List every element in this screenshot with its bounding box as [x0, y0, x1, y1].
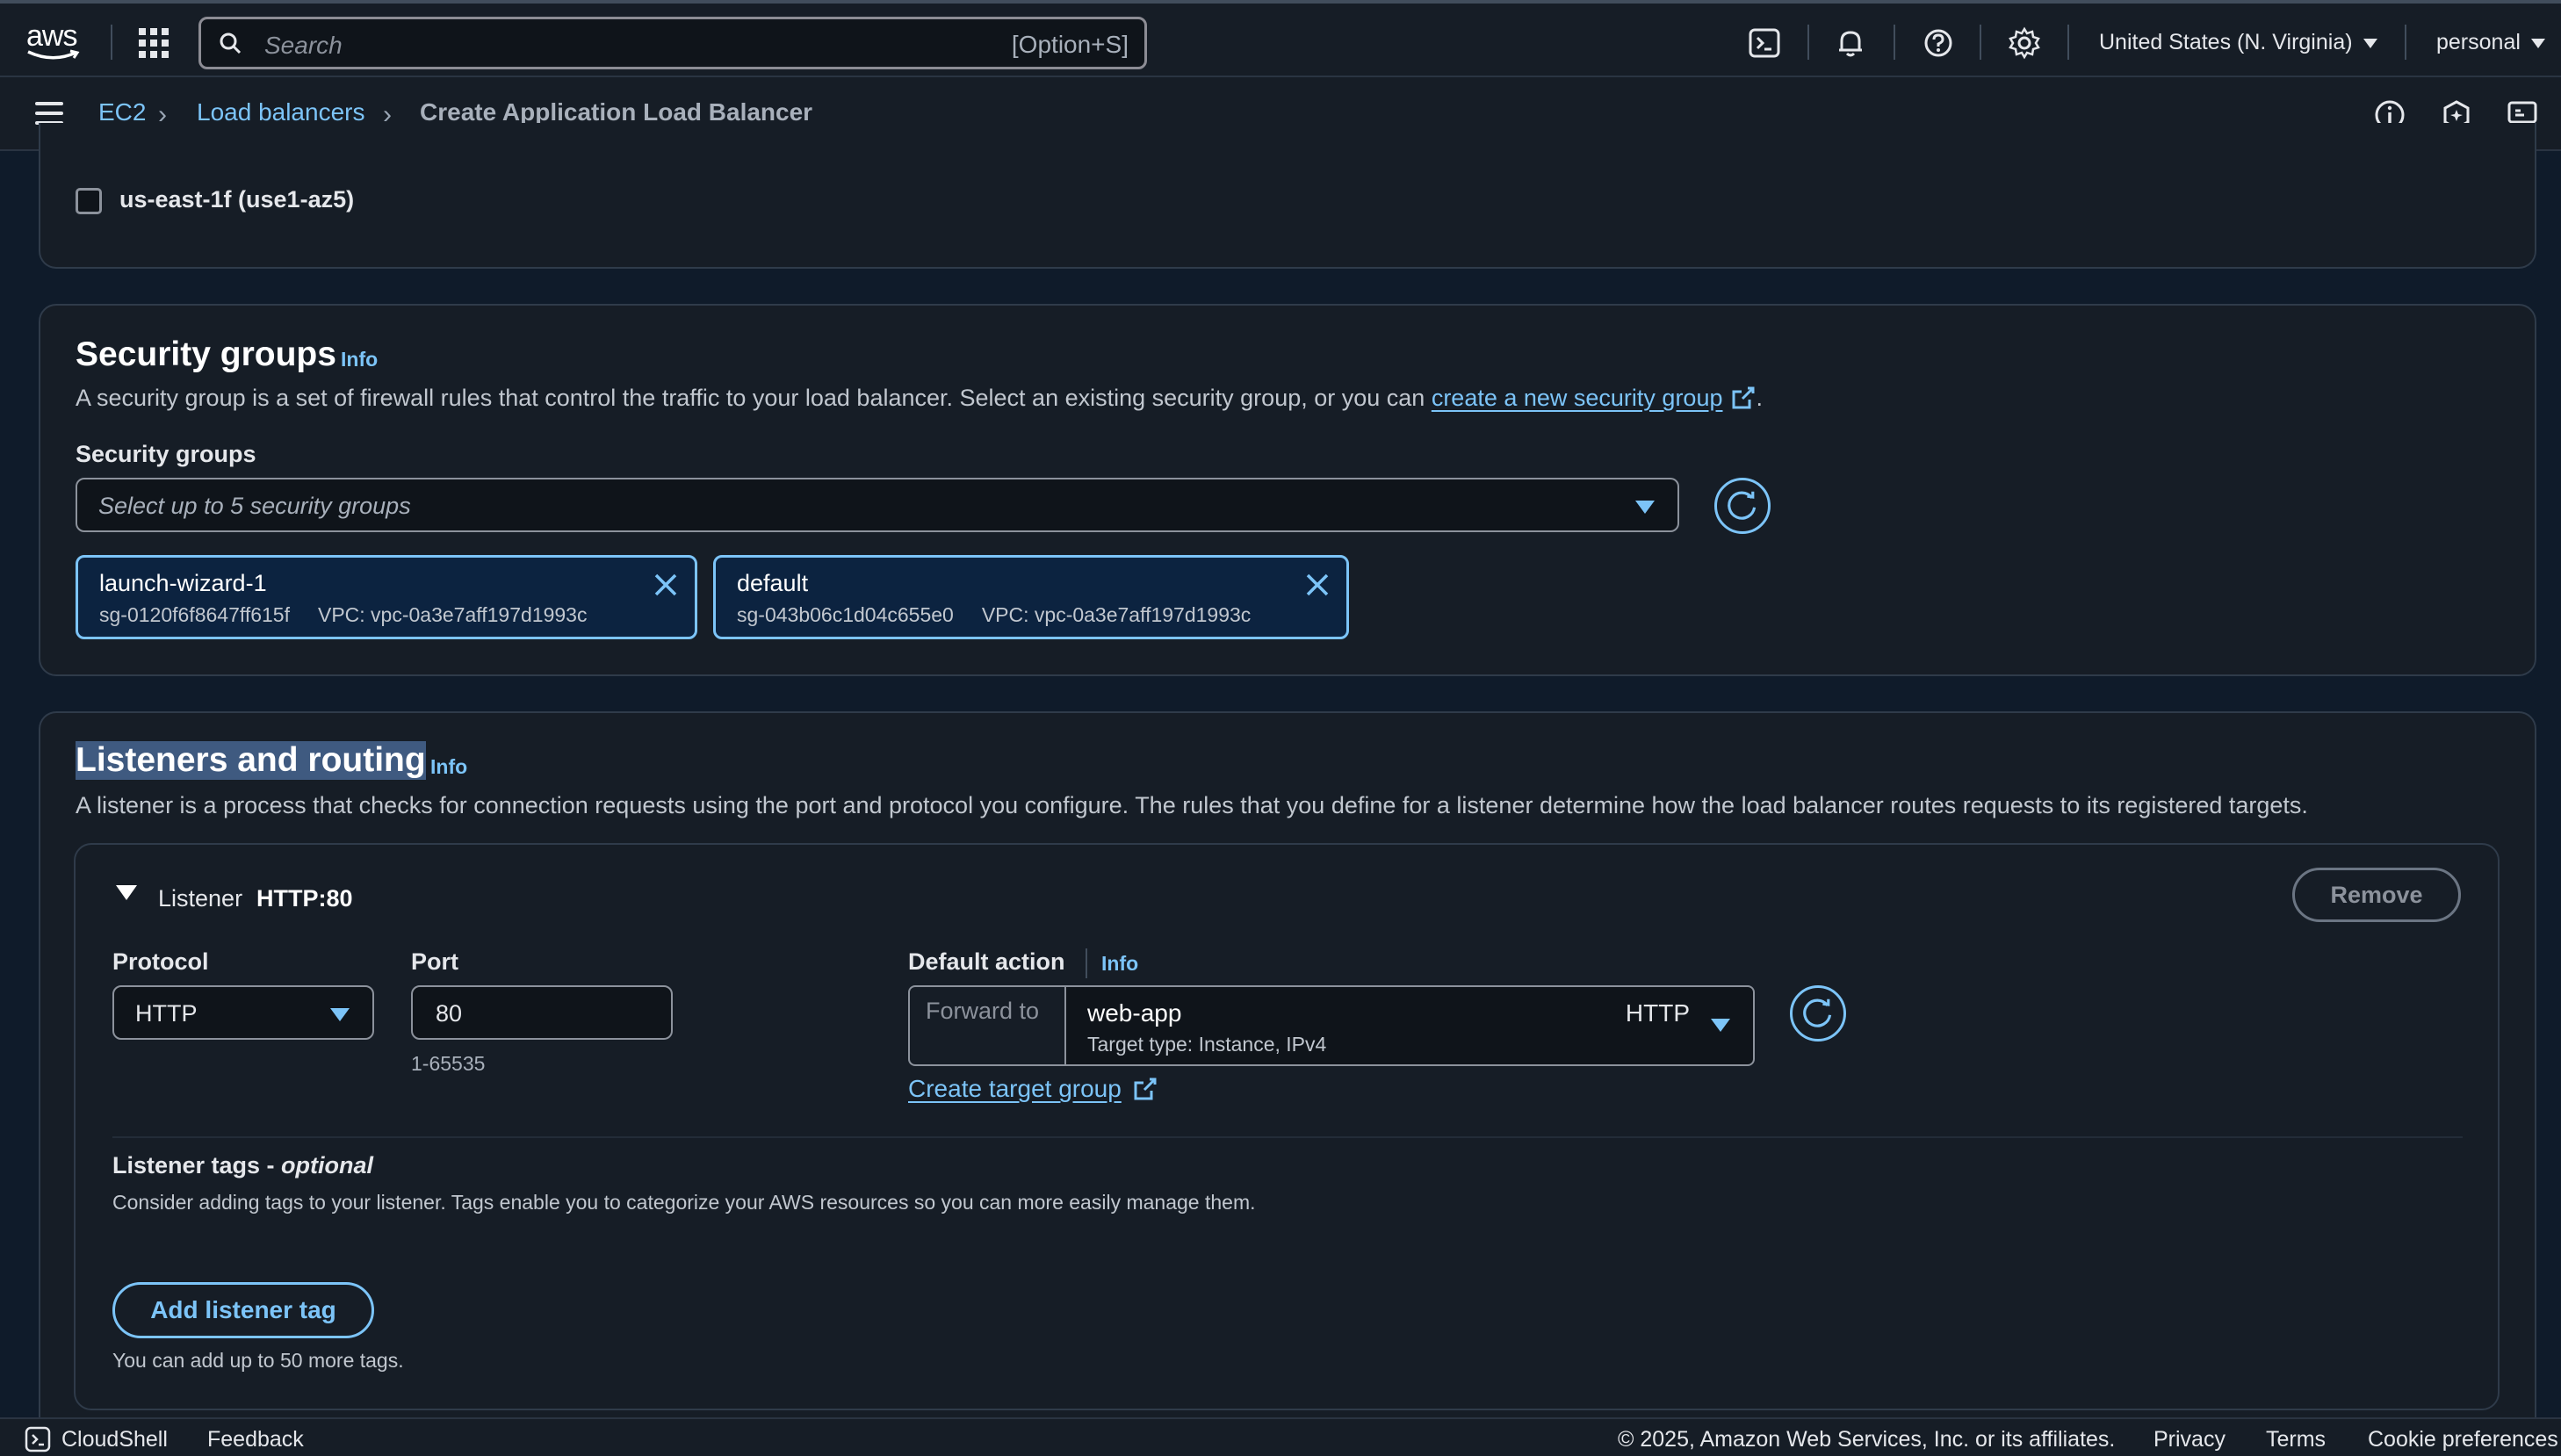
divider: [2067, 25, 2069, 60]
menu-hamburger-icon[interactable]: [35, 102, 63, 125]
search-placeholder: Search: [264, 32, 343, 59]
divider: [111, 25, 112, 60]
section-divider: [112, 1136, 2463, 1138]
search-icon: [220, 32, 242, 54]
token-vpc: VPC: vpc-0a3e7aff197d1993c: [317, 603, 588, 626]
settings-gear-icon[interactable]: [2008, 26, 2041, 60]
port-input[interactable]: 80: [411, 985, 673, 1040]
divider: [1086, 948, 1087, 978]
divider: [1807, 25, 1809, 60]
forward-to-text: Forward to: [926, 998, 1040, 1024]
az-checkbox[interactable]: [76, 188, 102, 214]
security-groups-field-label: Security groups: [76, 441, 256, 467]
listener-tags-label: Listener tags - optional: [112, 1152, 373, 1179]
notifications-bell-icon[interactable]: [1834, 26, 1867, 60]
footer-copyright: © 2025, Amazon Web Services, Inc. or its…: [1618, 1427, 2116, 1452]
dropdown-caret-icon: [1711, 1019, 1730, 1032]
token-name: default: [737, 570, 809, 596]
external-link-icon: [1732, 386, 1754, 409]
protocol-label: Protocol: [112, 948, 209, 975]
security-groups-placeholder: Select up to 5 security groups: [98, 493, 411, 519]
cloudshell-icon[interactable]: [25, 1426, 51, 1452]
target-group-type: Target type: Instance, IPv4: [1087, 1033, 1327, 1056]
security-group-token: default sg-043b06c1d04c655e0 VPC: vpc-0a3…: [713, 555, 1349, 639]
token-vpc: VPC: vpc-0a3e7aff197d1993c: [981, 603, 1252, 626]
security-groups-heading: Security groups: [76, 335, 336, 373]
account-menu[interactable]: personal: [2436, 30, 2545, 55]
token-details: sg-043b06c1d04c655e0 VPC: vpc-0a3e7aff197…: [737, 603, 1251, 627]
divider: [1980, 25, 1981, 60]
forward-to-label-box: Forward to: [908, 985, 1064, 1066]
remove-listener-button[interactable]: Remove: [2292, 868, 2461, 922]
tags-optional-text: optional: [281, 1152, 374, 1178]
tags-limit-hint: You can add up to 50 more tags.: [112, 1349, 404, 1372]
divider: [1894, 25, 1895, 60]
security-groups-info-link[interactable]: Info: [341, 348, 378, 371]
footer-privacy[interactable]: Privacy: [2153, 1427, 2226, 1452]
listener-tags-description: Consider adding tags to your listener. T…: [112, 1191, 1256, 1214]
region-selector[interactable]: United States (N. Virginia): [2099, 30, 2377, 55]
target-group-protocol: HTTP: [1625, 999, 1690, 1027]
create-security-group-link[interactable]: create a new security group: [1432, 385, 1723, 411]
default-action-label: Default action: [908, 948, 1065, 975]
listener-container: Remove: [74, 843, 2500, 1410]
account-label: personal: [2436, 30, 2521, 54]
token-details: sg-0120f6f8647ff615f VPC: vpc-0a3e7aff197…: [99, 603, 587, 627]
refresh-security-groups-icon[interactable]: [1714, 478, 1771, 534]
footer-cloudshell[interactable]: CloudShell: [61, 1427, 168, 1452]
footer-cookie-preferences[interactable]: Cookie preferences: [2368, 1427, 2558, 1452]
services-grid-icon[interactable]: [139, 28, 169, 58]
port-value: 80: [436, 1000, 463, 1027]
search-shortcut: [Option+S]: [1011, 31, 1129, 58]
tags-label-text: Listener tags -: [112, 1152, 282, 1178]
close-icon[interactable]: [1304, 572, 1331, 598]
dropdown-caret-icon: [330, 1008, 350, 1021]
security-group-token: launch-wizard-1 sg-0120f6f8647ff615f VPC:…: [76, 555, 697, 639]
default-action-info-link[interactable]: Info: [1101, 952, 1138, 976]
port-label: Port: [411, 948, 458, 975]
protocol-select[interactable]: HTTP: [112, 985, 374, 1040]
external-link-icon: [1134, 1078, 1157, 1100]
region-label: United States (N. Virginia): [2099, 30, 2353, 54]
description-text: A security group is a set of firewall ru…: [76, 385, 1432, 411]
token-id: sg-043b06c1d04c655e0: [737, 603, 954, 626]
listener-name: HTTP:80: [256, 885, 353, 912]
footer-terms[interactable]: Terms: [2266, 1427, 2326, 1452]
footer: CloudShell Feedback © 2025, Amazon Web S…: [0, 1417, 2561, 1456]
target-group-select[interactable]: web-app Target type: Instance, IPv4 HTTP: [1064, 985, 1755, 1066]
collapse-triangle-icon[interactable]: [116, 885, 137, 900]
caret-down-icon: [2363, 38, 2377, 48]
top-navigation-bar: aws Search [Option+S] United States (N. …: [0, 0, 2561, 77]
footer-feedback[interactable]: Feedback: [207, 1427, 304, 1452]
help-icon[interactable]: [1922, 26, 1955, 60]
cloudshell-icon[interactable]: [1748, 26, 1781, 60]
port-hint: 1-65535: [411, 1052, 486, 1075]
protocol-value: HTTP: [135, 1000, 198, 1027]
security-groups-select[interactable]: Select up to 5 security groups: [76, 478, 1679, 532]
token-id: sg-0120f6f8647ff615f: [99, 603, 290, 626]
listeners-heading: Listeners and routing: [76, 741, 426, 780]
listeners-description: A listener is a process that checks for …: [76, 792, 2308, 818]
token-name: launch-wizard-1: [99, 570, 267, 596]
aws-smile-icon: [27, 49, 80, 60]
security-groups-description: A security group is a set of firewall ru…: [76, 385, 1763, 412]
divider: [2405, 25, 2406, 60]
availability-zones-panel: us-east-1f (use1-az5): [39, 123, 2536, 269]
aws-logo-text: aws: [26, 19, 77, 53]
target-group-name: web-app: [1087, 999, 1182, 1027]
caret-down-icon: [2530, 38, 2545, 48]
add-listener-tag-button[interactable]: Add listener tag: [112, 1282, 374, 1338]
dropdown-caret-icon: [1635, 501, 1655, 514]
az-label: us-east-1f (use1-az5): [119, 186, 355, 213]
listeners-info-link[interactable]: Info: [430, 755, 467, 779]
refresh-target-groups-icon[interactable]: [1790, 985, 1846, 1042]
create-target-group-link[interactable]: Create target group: [908, 1075, 1122, 1102]
listener-label: Listener: [158, 885, 243, 912]
search-input[interactable]: Search [Option+S]: [198, 17, 1147, 69]
create-target-group-link-wrap: Create target group: [908, 1075, 1158, 1103]
close-icon[interactable]: [653, 572, 679, 598]
description-suffix: .: [1756, 385, 1764, 411]
aws-logo[interactable]: aws: [26, 19, 83, 61]
